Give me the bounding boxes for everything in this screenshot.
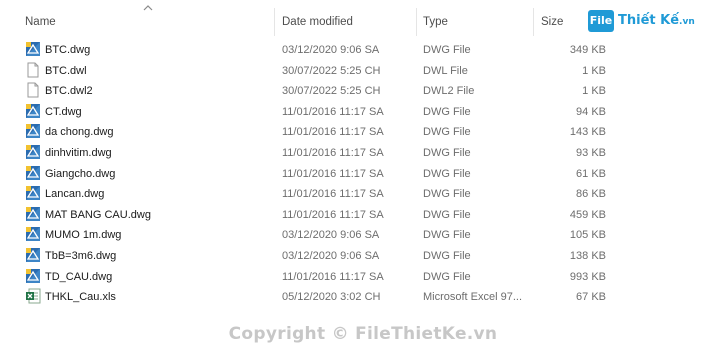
dwg-file-icon	[26, 145, 40, 159]
dwg-file-icon	[26, 248, 40, 262]
file-date-modified: 11/01/2016 11:17 SA	[282, 147, 384, 159]
file-type: DWG File	[423, 167, 471, 180]
file-name: BTC.dwl	[45, 64, 87, 77]
file-size: 1 KB	[582, 64, 606, 77]
file-name: Giangcho.dwg	[45, 167, 116, 180]
file-size: 67 KB	[576, 291, 606, 304]
file-size: 138 KB	[569, 250, 606, 262]
file-size: 143 KB	[569, 126, 606, 139]
file-name: TD_CAU.dwg	[45, 270, 113, 283]
file-row[interactable]: Lancan.dwg 11/01/2016 11:17 SA DWG File 86 …	[0, 184, 726, 205]
dwg-file-icon	[26, 227, 40, 242]
file-name: dinhvitim.dwg	[45, 147, 112, 159]
file-size: 93 KB	[576, 147, 606, 159]
file-type: DWG File	[423, 126, 471, 139]
file-name: TbB=3m6.dwg	[45, 250, 117, 262]
file-size: 105 KB	[569, 229, 606, 242]
file-size: 86 KB	[576, 188, 606, 201]
column-header-date-modified[interactable]: Date modified	[282, 13, 353, 31]
logo-mark: File	[588, 10, 614, 32]
column-divider[interactable]	[533, 8, 534, 36]
logo-text: Thiết Kế.vn	[618, 12, 695, 31]
excel-file-icon	[26, 288, 41, 304]
dwg-file-icon	[26, 186, 40, 201]
file-type: DWL2 File	[423, 85, 475, 98]
file-row[interactable]: da chong.dwg 11/01/2016 11:17 SA DWG File 1…	[0, 122, 726, 143]
dwg-file-icon	[26, 42, 40, 56]
column-divider[interactable]	[274, 8, 275, 36]
file-date-modified: 30/07/2022 5:25 CH	[282, 85, 381, 98]
file-date-modified: 03/12/2020 9:06 SA	[282, 44, 380, 56]
column-header-size[interactable]: Size	[541, 13, 563, 31]
file-type: DWG File	[423, 105, 471, 118]
file-date-modified: 11/01/2016 11:17 SA	[282, 105, 384, 118]
file-date-modified: 11/01/2016 11:17 SA	[282, 188, 384, 201]
file-date-modified: 05/12/2020 3:02 CH	[282, 291, 381, 304]
logo-suffix: .vn	[679, 17, 695, 27]
file-type: DWG File	[423, 188, 471, 201]
blank-file-icon	[27, 82, 39, 98]
file-name: BTC.dwl2	[45, 85, 93, 98]
file-name: da chong.dwg	[45, 126, 114, 139]
file-type: Microsoft Excel 97...	[423, 291, 523, 304]
file-size: 459 KB	[569, 208, 606, 221]
file-size: 61 KB	[576, 167, 606, 180]
file-date-modified: 11/01/2016 11:17 SA	[282, 208, 384, 221]
file-row[interactable]: MAT BANG CAU.dwg 11/01/2016 11:17 SA DWG F…	[0, 205, 726, 226]
file-name: Lancan.dwg	[45, 188, 105, 201]
dwg-file-icon	[26, 268, 40, 283]
file-type: DWG File	[423, 208, 471, 221]
file-date-modified: 03/12/2020 9:06 SA	[282, 229, 380, 242]
file-size: 993 KB	[569, 270, 606, 283]
file-row[interactable]: TD_CAU.dwg 11/01/2016 11:17 SA DWG File 993…	[0, 267, 726, 288]
file-type: DWG File	[423, 250, 471, 262]
file-type: DWL File	[423, 64, 468, 77]
file-type: DWG File	[423, 44, 471, 56]
file-name: THKL_Cau.xls	[45, 291, 116, 304]
file-row[interactable]: MUMO 1m.dwg 03/12/2020 9:06 SA DWG File 105…	[0, 225, 726, 246]
file-name: MUMO 1m.dwg	[45, 229, 122, 242]
file-row[interactable]: CT.dwg 11/01/2016 11:17 SA DWG File 94 KB	[0, 102, 726, 123]
dwg-file-icon	[26, 124, 40, 139]
file-row[interactable]: TbB=3m6.dwg 03/12/2020 9:06 SA DWG File 138…	[0, 246, 726, 267]
file-type: DWG File	[423, 147, 471, 159]
file-row[interactable]: dinhvitim.dwg 11/01/2016 11:17 SA DWG File…	[0, 143, 726, 164]
file-row[interactable]: BTC.dwg 03/12/2020 9:06 SA DWG File 349 KB	[0, 40, 726, 61]
column-header-type[interactable]: Type	[423, 13, 448, 31]
file-date-modified: 11/01/2016 11:17 SA	[282, 270, 384, 283]
file-type: DWG File	[423, 229, 471, 242]
file-row[interactable]: BTC.dwl2 30/07/2022 5:25 CH DWL2 File 1 KB	[0, 81, 726, 102]
file-date-modified: 03/12/2020 9:06 SA	[282, 250, 380, 262]
file-name: MAT BANG CAU.dwg	[45, 208, 151, 221]
file-date-modified: 11/01/2016 11:17 SA	[282, 126, 384, 139]
sort-ascending-icon	[143, 5, 153, 11]
column-divider[interactable]	[416, 8, 417, 36]
dwg-file-icon	[26, 103, 40, 118]
file-type: DWG File	[423, 270, 471, 283]
dwg-file-icon	[26, 165, 40, 180]
column-header-name[interactable]: Name	[25, 13, 56, 31]
dwg-file-icon	[26, 206, 40, 221]
file-row[interactable]: THKL_Cau.xls 05/12/2020 3:02 CH Microsoft …	[0, 287, 726, 308]
column-header-bar: Name Date modified Type Size File Thiết …	[0, 0, 726, 40]
file-row[interactable]: Giangcho.dwg 11/01/2016 11:17 SA DWG File 6…	[0, 164, 726, 185]
file-date-modified: 11/01/2016 11:17 SA	[282, 167, 384, 180]
file-name: BTC.dwg	[45, 44, 91, 56]
file-name: CT.dwg	[45, 105, 82, 118]
file-size: 349 KB	[569, 44, 606, 56]
file-row[interactable]: BTC.dwl 30/07/2022 5:25 CH DWL File 1 KB	[0, 61, 726, 82]
file-date-modified: 30/07/2022 5:25 CH	[282, 64, 381, 77]
file-size: 94 KB	[576, 105, 606, 118]
logo-name: Thiết Kế	[618, 13, 680, 28]
copyright-watermark: Copyright © FileThietKe.vn	[228, 324, 498, 344]
file-size: 1 KB	[582, 85, 606, 98]
blank-file-icon	[27, 62, 39, 78]
